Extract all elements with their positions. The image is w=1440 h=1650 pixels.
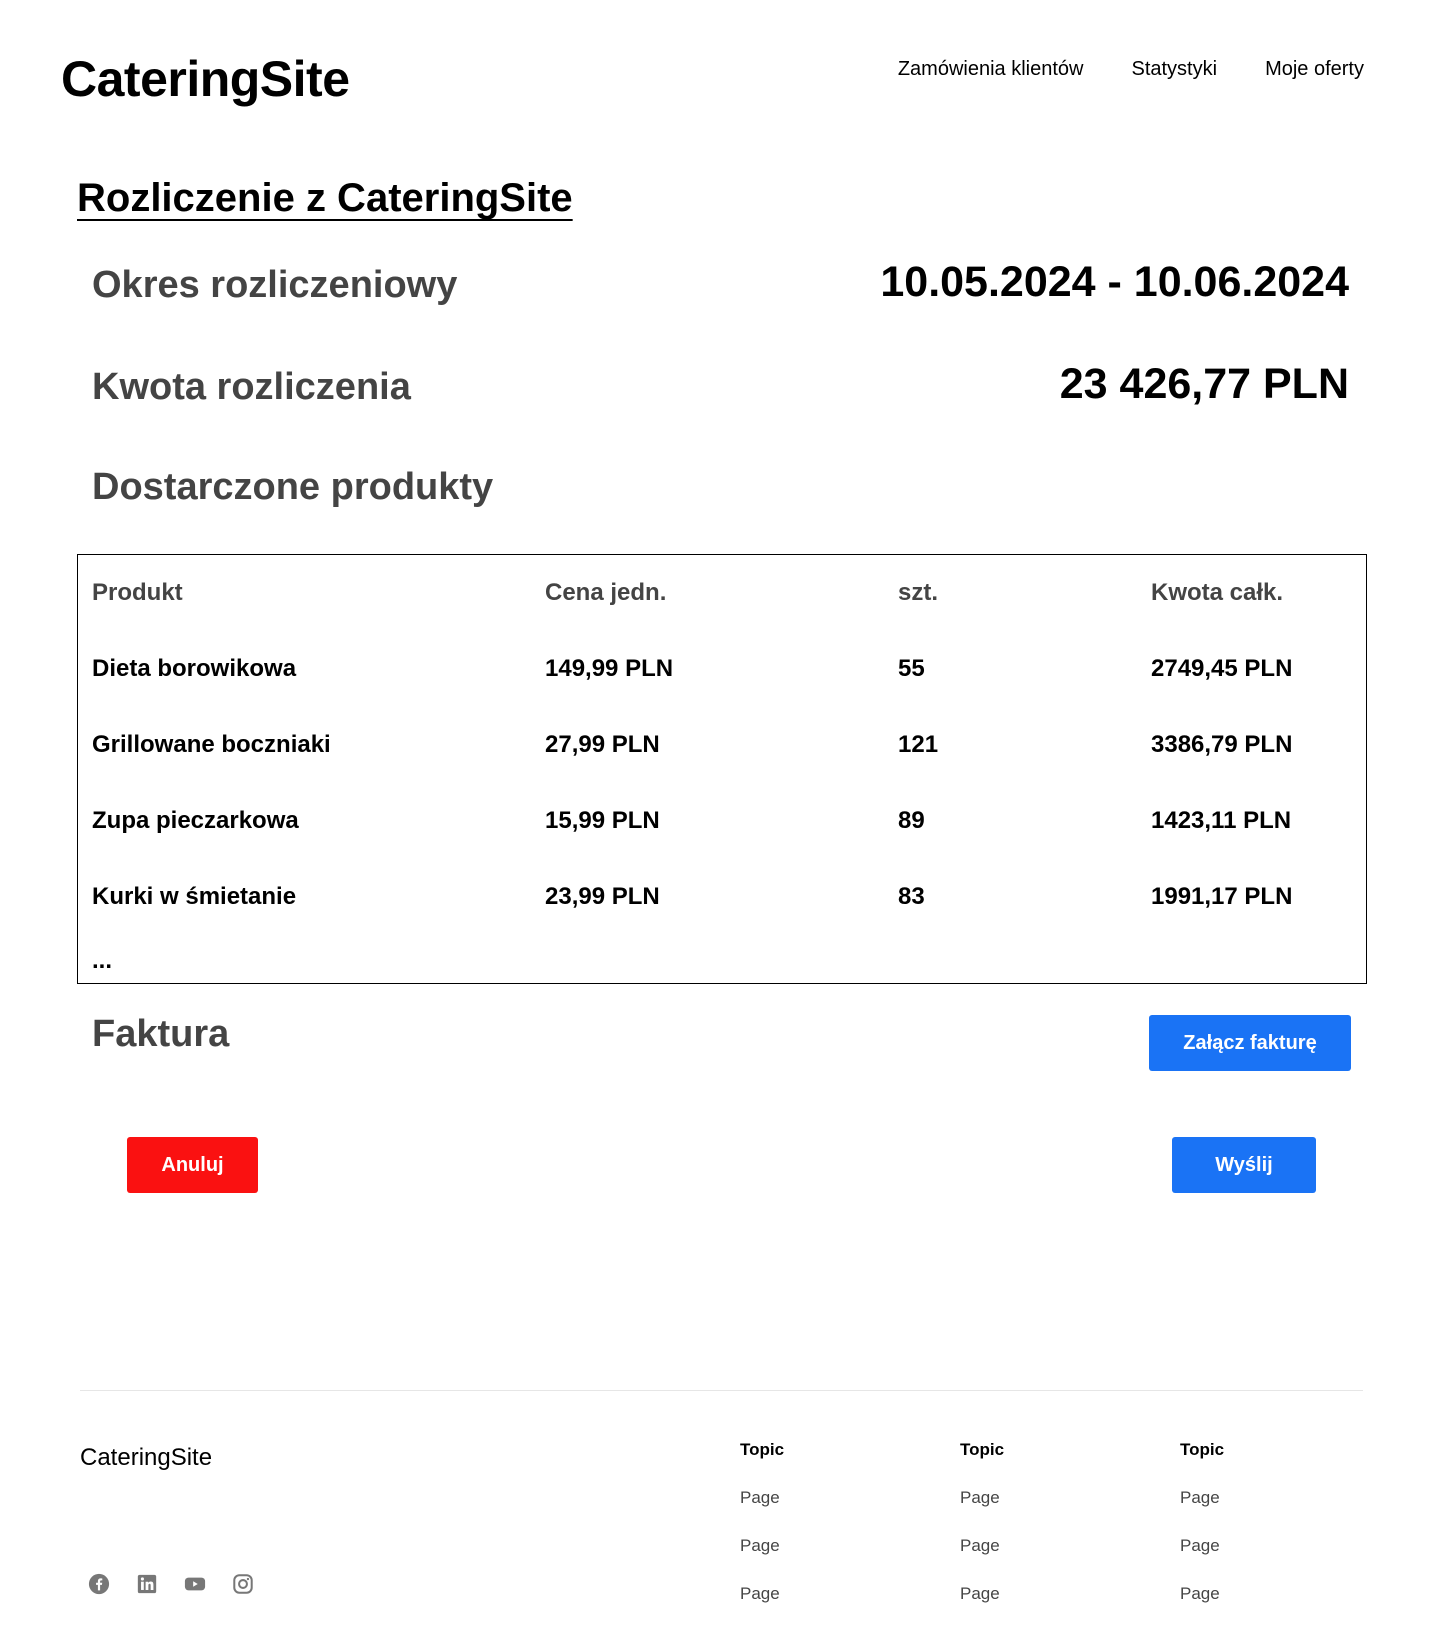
footer-column: Topic Page Page Page — [1180, 1440, 1224, 1632]
site-logo[interactable]: CateringSite — [61, 50, 350, 108]
facebook-icon[interactable] — [88, 1573, 110, 1595]
column-header-total: Kwota całk. — [1151, 579, 1284, 606]
footer-column: Topic Page Page Page — [960, 1440, 1004, 1632]
nav-link-my-offers[interactable]: Moje oferty — [1265, 58, 1364, 81]
footer-link[interactable]: Page — [740, 1488, 784, 1508]
footer-link[interactable]: Page — [960, 1584, 1004, 1604]
products-label: Dostarczone produkty — [92, 466, 494, 508]
column-header-product: Produkt — [92, 579, 183, 606]
attach-invoice-button[interactable]: Załącz fakturę — [1149, 1015, 1351, 1071]
footer-topic: Topic — [960, 1440, 1005, 1459]
send-button[interactable]: Wyślij — [1172, 1137, 1316, 1193]
youtube-icon[interactable] — [184, 1573, 206, 1595]
linkedin-icon[interactable] — [136, 1573, 158, 1595]
nav-link-orders[interactable]: Zamówienia klientów — [898, 58, 1084, 81]
cell-total: 2749,45 PLN — [1151, 655, 1293, 682]
cell-product: Dieta borowikowa — [92, 655, 297, 682]
footer-link[interactable]: Page — [740, 1536, 784, 1556]
period-value: 10.05.2024 - 10.06.2024 — [880, 258, 1349, 306]
cell-quantity: 55 — [898, 655, 925, 682]
nav-link-statistics[interactable]: Statystyki — [1131, 58, 1217, 81]
social-links — [88, 1573, 254, 1595]
footer-topic: Topic — [740, 1440, 785, 1459]
table-row: Grillowane boczniaki 27,99 PLN 121 3386,… — [92, 707, 1352, 783]
main-nav: Zamówienia klientów Statystyki Moje ofer… — [898, 58, 1364, 81]
cell-unit-price: 23,99 PLN — [545, 883, 660, 910]
table-header-row: Produkt Cena jedn. szt. Kwota całk. — [92, 555, 1352, 631]
cell-quantity: 83 — [898, 883, 925, 910]
cancel-button[interactable]: Anuluj — [127, 1137, 258, 1193]
cell-unit-price: 27,99 PLN — [545, 731, 660, 758]
footer-brand: CateringSite — [80, 1444, 213, 1471]
page-title: Rozliczenie z CateringSite — [77, 176, 573, 220]
amount-label: Kwota rozliczenia — [92, 366, 411, 408]
cell-quantity: 89 — [898, 807, 925, 834]
footer-link[interactable]: Page — [960, 1488, 1004, 1508]
footer-link[interactable]: Page — [960, 1536, 1004, 1556]
cell-product: Grillowane boczniaki — [92, 731, 331, 758]
instagram-icon[interactable] — [232, 1573, 254, 1595]
column-header-quantity: szt. — [898, 579, 939, 606]
cell-total: 1991,17 PLN — [1151, 883, 1293, 910]
footer-link[interactable]: Page — [740, 1584, 784, 1604]
cell-product: Zupa pieczarkowa — [92, 807, 299, 834]
footer-divider — [80, 1390, 1363, 1391]
more-rows-ellipsis: ... — [92, 947, 113, 974]
footer-link[interactable]: Page — [1180, 1584, 1224, 1604]
footer-link[interactable]: Page — [1180, 1536, 1224, 1556]
footer-topic: Topic — [1180, 1440, 1225, 1459]
cell-quantity: 121 — [898, 731, 939, 758]
footer-link[interactable]: Page — [1180, 1488, 1224, 1508]
cell-unit-price: 15,99 PLN — [545, 807, 660, 834]
table-row: Kurki w śmietanie 23,99 PLN 83 1991,17 P… — [92, 859, 1352, 935]
cell-total: 1423,11 PLN — [1151, 807, 1292, 834]
footer-column: Topic Page Page Page — [740, 1440, 784, 1632]
products-table-container: Produkt Cena jedn. szt. Kwota całk. Diet… — [77, 554, 1367, 984]
column-header-unit-price: Cena jedn. — [545, 579, 667, 606]
cell-total: 3386,79 PLN — [1151, 731, 1293, 758]
invoice-label: Faktura — [92, 1013, 230, 1055]
table-row: Dieta borowikowa 149,99 PLN 55 2749,45 P… — [92, 631, 1352, 707]
table-row: Zupa pieczarkowa 15,99 PLN 89 1423,11 PL… — [92, 783, 1352, 859]
cell-unit-price: 149,99 PLN — [545, 655, 674, 682]
period-label: Okres rozliczeniowy — [92, 264, 458, 306]
products-table: Produkt Cena jedn. szt. Kwota całk. Diet… — [92, 555, 1352, 935]
cell-product: Kurki w śmietanie — [92, 883, 297, 910]
amount-value: 23 426,77 PLN — [1059, 360, 1349, 408]
